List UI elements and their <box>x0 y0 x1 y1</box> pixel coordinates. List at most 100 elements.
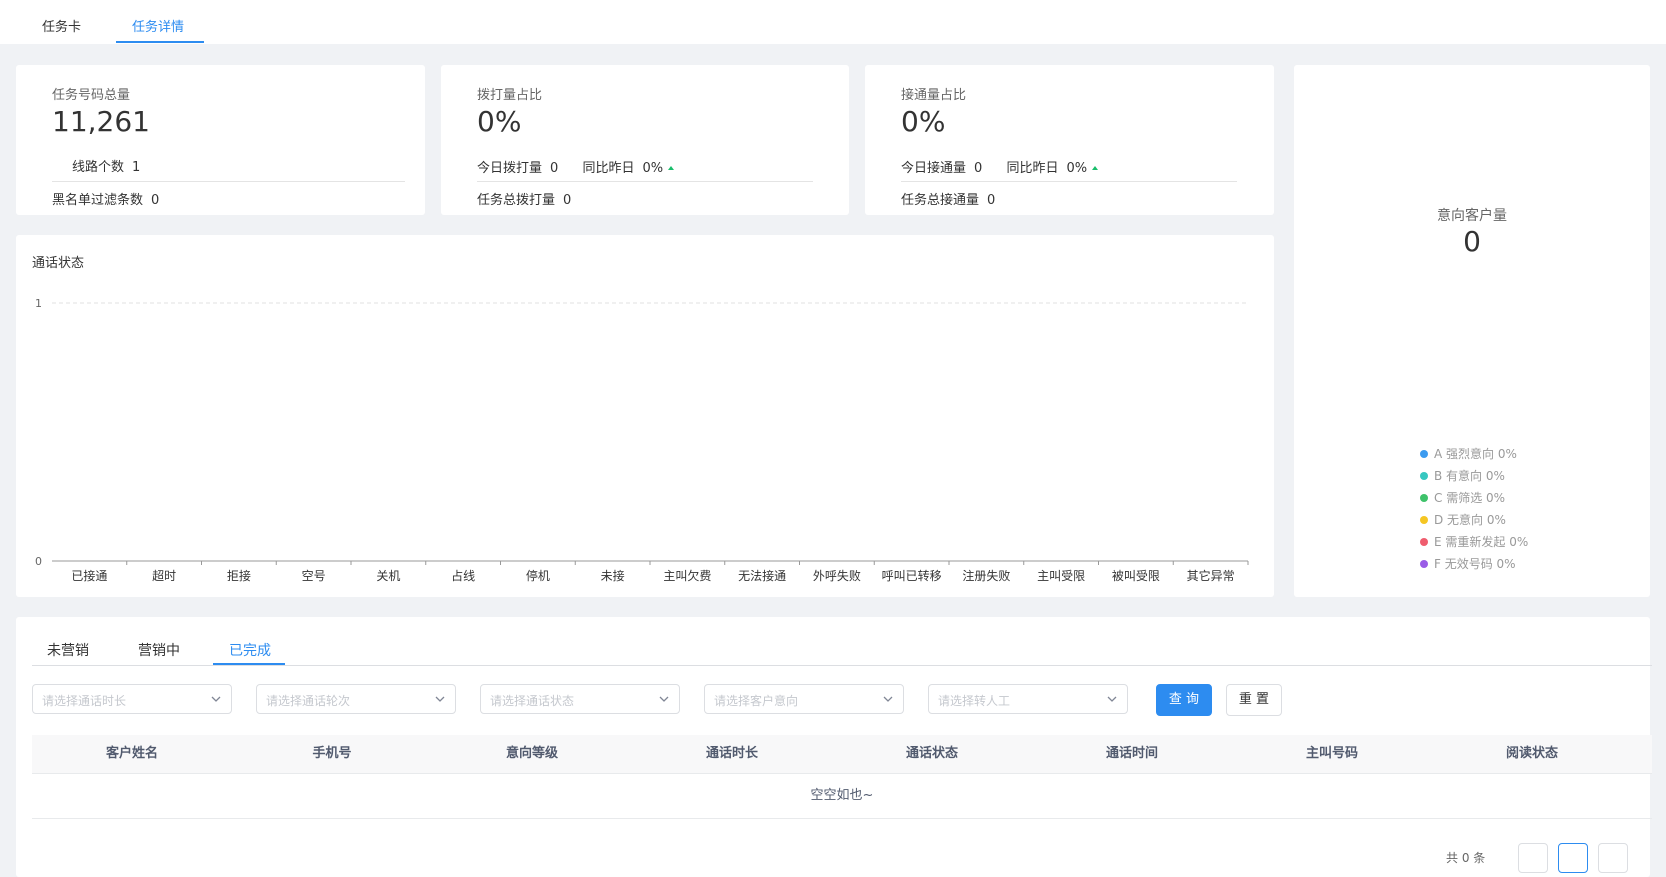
y-tick-label: 0 <box>35 555 42 568</box>
active-tab-indicator <box>116 41 204 43</box>
legend-label: E 需重新发起 0% <box>1434 535 1529 549</box>
blacklist-value: 0 <box>151 193 160 208</box>
stat-value: 0% <box>477 105 522 138</box>
legend-item-d[interactable]: D 无意向 0% <box>1420 511 1506 528</box>
x-tick-label: 外呼失败 <box>813 568 861 583</box>
stat-value: 11,261 <box>52 105 150 138</box>
pagination-total: 共 0 条 <box>1446 851 1486 865</box>
legend-item-c[interactable]: C 需筛选 0% <box>1420 489 1505 506</box>
round-placeholder: 请选择通话轮次 <box>266 694 351 708</box>
legend-dot-icon <box>1420 471 1428 480</box>
prev-page-button[interactable] <box>1518 843 1548 873</box>
tab-task-detail[interactable]: 任务详情 <box>132 0 184 44</box>
round-select[interactable]: 请选择通话轮次 <box>256 684 456 714</box>
current-page-button[interactable] <box>1558 843 1588 873</box>
x-tick-label: 空号 <box>302 569 326 583</box>
total-dial-row: 任务总拨打量 0 <box>477 189 571 208</box>
call-status-chart-card: 通话状态 0 1 已接通 超时 拒接 空号 关机 占线 停机 未接 主叫欠费 无法接通 外呼失败 呼叫已转… <box>16 235 1274 597</box>
yoy-label: 同比昨日 <box>1006 161 1059 176</box>
legend-label: B 有意向 0% <box>1434 469 1505 483</box>
legend-label: D 无意向 0% <box>1434 513 1506 527</box>
today-dial-row: 今日拨打量 0 同比昨日 0% <box>477 157 675 176</box>
divider <box>477 181 813 182</box>
intent-select[interactable]: 请选择客户意向 <box>704 684 904 714</box>
subtab-marketing[interactable]: 营销中 <box>138 635 180 667</box>
blacklist-label: 黑名单过滤条数 <box>52 193 144 208</box>
total-dial-label: 任务总拨打量 <box>477 193 556 208</box>
up-arrow-icon <box>1092 165 1099 170</box>
legend-item-b[interactable]: B 有意向 0% <box>1420 467 1505 484</box>
duration-select[interactable]: 请选择通话时长 <box>32 684 232 714</box>
call-status-chart: 0 1 已接通 超时 拒接 空号 关机 占线 停机 未接 主叫欠费 无法接通 外呼失败 呼叫已转移 注册失败… <box>35 297 1249 583</box>
chevron-down-icon <box>659 696 669 702</box>
divider <box>901 181 1237 182</box>
line-count-row: 线路个数 1 <box>72 156 140 175</box>
x-tick-label: 呼叫已转移 <box>882 568 942 583</box>
intent-title: 意向客户量 <box>1437 208 1507 224</box>
transfer-placeholder: 请选择转人工 <box>938 694 1011 708</box>
transfer-select[interactable]: 请选择转人工 <box>928 684 1128 714</box>
yoy-value: 0% <box>642 161 664 176</box>
legend-dot-icon <box>1420 449 1428 458</box>
reset-button[interactable]: 重 置 <box>1226 684 1282 716</box>
line-count-label: 线路个数 <box>72 160 125 175</box>
column-header[interactable]: 主叫号码 <box>1232 735 1432 773</box>
chevron-down-icon <box>435 696 445 702</box>
x-tick-label: 无法接通 <box>738 568 786 583</box>
record-table-card: 未营销 营销中 已完成 请选择通话时长 请选择通话轮次 请选择通话状态 请选择客… <box>16 617 1652 877</box>
column-header[interactable]: 通话时间 <box>1032 735 1232 773</box>
subtab-not-marketed[interactable]: 未营销 <box>47 635 89 667</box>
column-header[interactable]: 客户姓名 <box>32 735 232 773</box>
stat-title: 任务号码总量 <box>52 88 131 103</box>
intent-card: 意向客户量 0 A 强烈意向 0% B 有意向 0% C 需筛选 0% D 无意… <box>1294 65 1650 597</box>
tab-task-card[interactable]: 任务卡 <box>42 0 81 44</box>
x-tick-label: 关机 <box>376 569 400 583</box>
total-dial-value: 0 <box>563 193 572 208</box>
column-header[interactable]: 手机号 <box>232 735 432 773</box>
chevron-down-icon <box>883 696 893 702</box>
stat-card-connect: 接通量占比 0% 今日接通量 0 同比昨日 0% 任务总接通量 0 <box>865 65 1274 215</box>
legend-dot-icon <box>1420 537 1428 546</box>
legend-label: F 无效号码 0% <box>1434 557 1516 571</box>
yoy-label: 同比昨日 <box>582 161 635 176</box>
legend-item-e[interactable]: E 需重新发起 0% <box>1420 533 1528 550</box>
intent-value: 0 <box>1463 225 1481 258</box>
legend-item-a[interactable]: A 强烈意向 0% <box>1420 445 1517 462</box>
stat-card-total: 任务号码总量 11,261 线路个数 1 黑名单过滤条数 0 <box>16 65 425 215</box>
status-select[interactable]: 请选择通话状态 <box>480 684 680 714</box>
legend-label: C 需筛选 0% <box>1434 491 1506 505</box>
chevron-down-icon <box>1107 696 1117 702</box>
legend-dot-icon <box>1420 559 1428 568</box>
total-connect-label: 任务总接通量 <box>901 193 980 208</box>
x-tick-label: 主叫受限 <box>1037 569 1085 583</box>
legend-dot-icon <box>1420 493 1428 502</box>
x-tick-label: 已接通 <box>71 568 107 583</box>
duration-placeholder: 请选择通话时长 <box>42 694 127 708</box>
query-button[interactable]: 查 询 <box>1156 684 1212 716</box>
x-tick-label: 未接 <box>601 568 625 583</box>
stat-title: 拨打量占比 <box>477 88 543 103</box>
column-header[interactable]: 通话状态 <box>832 735 1032 773</box>
up-arrow-icon <box>668 165 675 170</box>
x-tick-label: 注册失败 <box>962 568 1010 583</box>
subtab-divider <box>32 665 1652 666</box>
today-connect-value: 0 <box>974 161 983 176</box>
top-tab-bar: 任务卡 任务详情 <box>0 0 1666 44</box>
empty-state: 空空如也~ <box>32 774 1652 819</box>
legend-item-f[interactable]: F 无效号码 0% <box>1420 555 1516 572</box>
column-header[interactable]: 阅读状态 <box>1432 735 1632 773</box>
x-tick-label: 超时 <box>152 568 176 583</box>
next-page-button[interactable] <box>1598 843 1628 873</box>
total-connect-value: 0 <box>987 193 996 208</box>
total-connect-row: 任务总接通量 0 <box>901 189 995 208</box>
column-header[interactable]: 通话时长 <box>632 735 832 773</box>
x-tick-label: 其它异常 <box>1187 568 1235 583</box>
x-tick-label: 占线 <box>451 568 475 583</box>
active-subtab-indicator <box>213 663 285 665</box>
y-tick-label: 1 <box>35 297 42 310</box>
x-tick-label: 主叫欠费 <box>663 568 711 583</box>
column-header[interactable]: 意向等级 <box>432 735 632 773</box>
x-tick-label: 拒接 <box>227 568 251 583</box>
stat-value: 0% <box>901 105 946 138</box>
legend-label: A 强烈意向 0% <box>1434 447 1517 461</box>
